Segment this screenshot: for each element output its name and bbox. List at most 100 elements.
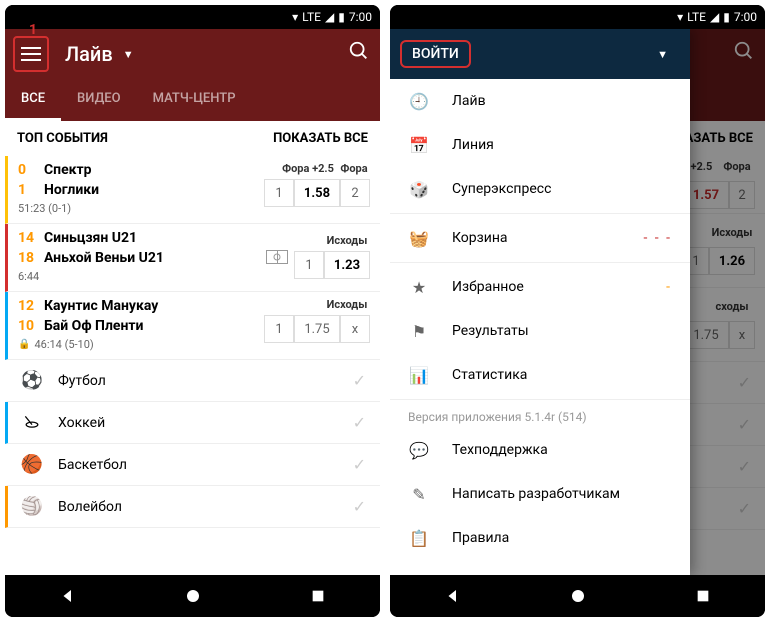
nav-home[interactable] (183, 586, 203, 606)
section-header: ТОП СОБЫТИЯ ПОКАЗАТЬ ВСЕ (5, 121, 380, 156)
chart-icon: 📊 (408, 366, 430, 385)
app-header: 1 Лайв ▼ (5, 29, 380, 79)
basket-values: - - - (643, 230, 672, 246)
sport-label: Волейбол (58, 499, 353, 515)
nav-home[interactable] (568, 586, 588, 606)
menu-label: Написать разработчикам (452, 486, 672, 502)
match-row-2[interactable]: 14Синьцзян U21 18Аньхой Веньи U21 6:44 И… (5, 224, 380, 292)
menu-support[interactable]: 💬 Техподдержка (390, 428, 690, 472)
sport-label: Хоккей (58, 415, 353, 431)
basketball-icon: 🏀 (22, 455, 42, 475)
match-row-3[interactable]: 12Каунтис Манукау 10Бай Оф Пленти 🔒46:14… (5, 292, 380, 360)
menu-label: Техподдержка (452, 442, 672, 458)
football-icon: ⚽ (22, 371, 42, 391)
menu-write[interactable]: ✎ Написать разработчикам (390, 472, 690, 516)
team-name: Каунтис Манукау (44, 298, 158, 314)
dice-icon: 🎲 (408, 180, 430, 199)
team-name: Ноглики (44, 182, 99, 198)
wifi-icon: ▾ (677, 10, 683, 24)
odds-cell[interactable]: 2 (340, 179, 370, 207)
flag-icon: ⚑ (408, 322, 430, 341)
match-row-1[interactable]: 0Спектр 1Ноглики 51:23 (0-1) Фора +2.5 Ф… (5, 156, 380, 224)
tab-video[interactable]: ВИДЕО (61, 79, 137, 121)
sport-football[interactable]: ⚽ Футбол ✓ (5, 360, 380, 402)
score: 14 (18, 230, 36, 246)
sport-label: Футбол (58, 373, 353, 389)
team-name: Синьцзян U21 (44, 230, 137, 246)
field-icon[interactable] (266, 250, 288, 264)
nav-recent[interactable] (693, 586, 713, 606)
menu-button[interactable]: 1 (15, 38, 47, 70)
team-name: Спектр (44, 162, 92, 178)
menu-superexpress[interactable]: 🎲 Суперэкспресс (390, 167, 690, 211)
status-bar: ▾ LTE ◢ ▮ 7:00 (5, 5, 380, 29)
menu-results[interactable]: ⚑ Результаты (390, 309, 690, 353)
phone-left: ▾ LTE ◢ ▮ 7:00 1 Лайв ▼ ВСЕ ВИДЕО МАТЧ-Ц… (5, 5, 380, 617)
hockey-icon (22, 413, 42, 433)
tab-all[interactable]: ВСЕ (5, 79, 61, 121)
wifi-icon: ▾ (292, 10, 298, 24)
calendar-icon: 📅 (408, 136, 430, 155)
sport-basketball[interactable]: 🏀 Баскетбол ✓ (5, 444, 380, 486)
menu-label: Линия (452, 137, 672, 153)
team-name: Бай Оф Пленти (44, 318, 143, 334)
menu-label: Результаты (452, 323, 672, 339)
signal-icon: ◢ (325, 10, 334, 24)
content: ТОП СОБЫТИЯ ПОКАЗАТЬ ВСЕ 0 Спектр 1 Ноглик… (5, 121, 380, 575)
pencil-icon: ✎ (408, 485, 430, 504)
menu-label: Корзина (452, 230, 643, 246)
tabs: ВСЕ ВИДЕО МАТЧ-ЦЕНТР (5, 79, 380, 121)
odds-cell[interactable]: 1.75 (294, 315, 340, 343)
match-time: 6:44 (18, 270, 266, 283)
show-all-button[interactable]: ПОКАЗАТЬ ВСЕ (273, 131, 368, 146)
menu-favorites[interactable]: ★ Избранное - (390, 265, 690, 309)
clock: 7:00 (734, 10, 757, 24)
app-version: Версия приложения 5.1.4r (514) (390, 402, 690, 428)
score: 0 (18, 162, 36, 178)
lock-icon: 🔒 (18, 339, 30, 350)
login-button[interactable]: ВОЙТИ (400, 40, 471, 68)
nav-back[interactable] (58, 586, 78, 606)
odds-cell[interactable]: 1 (294, 251, 324, 279)
menu-highlight (13, 36, 49, 72)
battery-icon: ▮ (723, 10, 730, 24)
odds-cell[interactable]: 1 (264, 315, 294, 343)
top-events-label: ТОП СОБЫТИЯ (17, 131, 108, 146)
odds-cell[interactable]: 1 (264, 179, 294, 207)
check-icon: ✓ (353, 413, 366, 432)
clock-icon: 🕘 (408, 92, 430, 111)
phone-right: ▾ LTE ◢ ▮ 7:00 ОКАЗАТЬ ВСЕ ра +2.5 Фора … (390, 5, 765, 617)
menu-basket[interactable]: 🧺 Корзина - - - (390, 216, 690, 260)
sport-hockey[interactable]: Хоккей ✓ (5, 402, 380, 444)
menu-label: Лайв (452, 93, 672, 109)
menu-line[interactable]: 📅 Линия (390, 123, 690, 167)
sport-volleyball[interactable]: 🏐 Волейбол ✓ (5, 486, 380, 528)
menu-label: Избранное (452, 279, 666, 295)
search-icon[interactable] (348, 40, 370, 68)
signal-icon: ◢ (710, 10, 719, 24)
score: 18 (18, 250, 36, 266)
odds-cell[interactable]: x (340, 315, 370, 343)
menu-rules[interactable]: 📋 Правила (390, 516, 690, 560)
lte-icon: LTE (687, 10, 706, 24)
menu-label: Статистика (452, 367, 672, 383)
nav-recent[interactable] (308, 586, 328, 606)
match-time: 51:23 (0-1) (18, 202, 264, 215)
clipboard-icon: 📋 (408, 529, 430, 548)
menu-live[interactable]: 🕘 Лайв (390, 79, 690, 123)
sport-label: Баскетбол (58, 457, 353, 473)
odds-cell[interactable]: 1.58 (294, 179, 340, 207)
odds-header: Фора +2.5 (278, 162, 338, 175)
page-title[interactable]: Лайв (65, 42, 113, 66)
tab-matchcenter[interactable]: МАТЧ-ЦЕНТР (137, 79, 252, 121)
dropdown-icon[interactable]: ▼ (123, 48, 134, 61)
battery-icon: ▮ (338, 10, 345, 24)
odds-cell[interactable]: 1.23 (324, 251, 370, 279)
dropdown-icon[interactable]: ▼ (645, 48, 680, 61)
match-time: 🔒46:14 (5-10) (18, 338, 264, 351)
lte-icon: LTE (302, 10, 321, 24)
team-name: Аньхой Веньи U21 (44, 250, 164, 266)
nav-bar (5, 575, 380, 617)
nav-back[interactable] (443, 586, 463, 606)
menu-stats[interactable]: 📊 Статистика (390, 353, 690, 397)
